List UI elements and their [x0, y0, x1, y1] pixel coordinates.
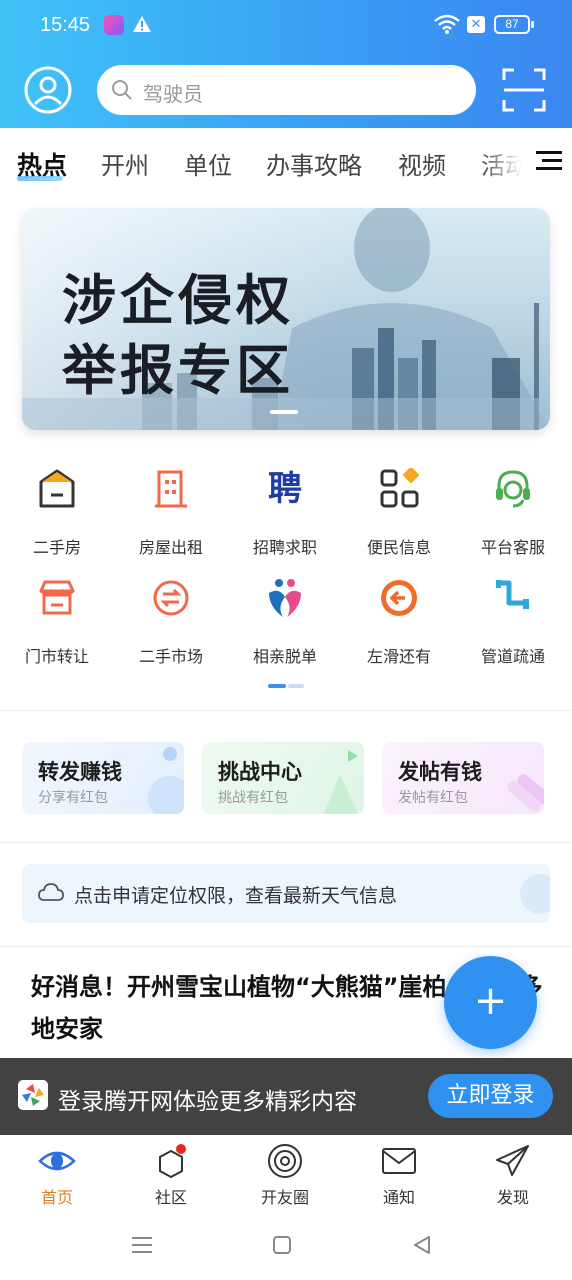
status-time: 15:45 — [40, 14, 91, 36]
header: 15:45 ✕ 87 驾驶员 — [0, 0, 572, 128]
banner-title-line2: 举报专区 — [62, 339, 294, 402]
menu-icon[interactable] — [536, 150, 562, 172]
category-tabs: 热点 开州 单位 办事攻略 视频 活动 — [0, 130, 572, 192]
shop-icon — [39, 580, 75, 615]
pipe-icon — [496, 580, 529, 609]
status-bar: 15:45 ✕ 87 — [0, 0, 572, 52]
app-notification-icon — [104, 15, 124, 35]
divider — [0, 710, 572, 711]
tab-unit[interactable]: 单位 — [184, 146, 232, 181]
grid-item-label: 管道疏通 — [480, 647, 545, 666]
divider — [0, 842, 572, 843]
community-icon — [159, 1144, 186, 1179]
grid-item-second-hand-market[interactable]: 二手市场 — [114, 565, 228, 666]
card-challenge-center[interactable]: 挑战中心 挑战有红包 — [202, 742, 364, 814]
battery-icon: 87 — [494, 15, 534, 34]
weather-prompt-text: 点击申请定位权限，查看最新天气信息 — [74, 885, 398, 907]
card-title: 转发赚钱 — [38, 760, 122, 784]
headset-icon — [496, 470, 530, 508]
weather-permission-prompt[interactable]: 点击申请定位权限，查看最新天气信息 — [22, 864, 550, 923]
grid-item-second-hand-house[interactable]: 二手房 — [0, 456, 114, 557]
circle-icon — [268, 1144, 302, 1178]
active-tab-indicator — [17, 176, 63, 181]
wifi-icon — [434, 14, 460, 34]
nav-notifications[interactable]: 通知 — [342, 1135, 456, 1215]
search-placeholder: 驾驶员 — [143, 82, 203, 106]
back-button-icon[interactable] — [412, 1235, 432, 1255]
card-title: 挑战中心 — [218, 760, 302, 784]
user-avatar-icon[interactable] — [24, 66, 72, 114]
grid-item-label: 相亲脱单 — [252, 647, 317, 666]
grid-item-label: 门市转让 — [24, 647, 89, 666]
card-subtitle: 分享有红包 — [38, 790, 108, 806]
house-icon — [39, 469, 75, 508]
grid-item-label: 便民信息 — [366, 538, 431, 557]
grid-item-pipe-dredge[interactable]: 管道疏通 — [456, 565, 570, 666]
search-bar[interactable]: 驾驶员 — [97, 65, 476, 115]
dating-icon — [269, 579, 301, 617]
login-prompt-bar: 登录腾开网体验更多精彩内容 立即登录 — [0, 1058, 572, 1135]
recent-apps-icon[interactable] — [131, 1235, 153, 1255]
tab-fade — [480, 130, 540, 192]
arrow-left-icon — [381, 580, 417, 616]
banner-title-line1: 涉企侵权 — [62, 269, 294, 332]
nav-friends-circle[interactable]: 开友圈 — [228, 1135, 342, 1215]
plus-icon: + — [473, 978, 508, 1024]
nav-label: 社区 — [154, 1188, 187, 1207]
grid-item-customer-service[interactable]: 平台客服 — [456, 456, 570, 557]
grid-page-indicator — [268, 684, 304, 688]
mail-icon — [382, 1148, 416, 1174]
card-title: 发帖有钱 — [398, 760, 482, 784]
apps-icon — [380, 468, 419, 508]
building-icon — [155, 470, 187, 508]
nav-home[interactable]: 首页 — [0, 1135, 114, 1215]
system-nav-bar — [0, 1215, 572, 1280]
grid-item-label: 房屋出租 — [138, 538, 203, 557]
promo-banner[interactable]: 涉企侵权 举报专区 — [22, 208, 550, 430]
card-share-earn[interactable]: 转发赚钱 分享有红包 — [22, 742, 184, 814]
login-button[interactable]: 立即登录 — [428, 1074, 553, 1118]
grid-item-recruit[interactable]: 聘 招聘求职 — [228, 456, 342, 557]
nav-discover[interactable]: 发现 — [456, 1135, 570, 1215]
grid-item-label: 左滑还有 — [366, 647, 431, 666]
card-subtitle: 挑战有红包 — [218, 790, 288, 806]
nav-community[interactable]: 社区 — [114, 1135, 228, 1215]
eye-icon — [38, 1151, 76, 1171]
app-logo-icon — [18, 1080, 48, 1110]
banner-indicator — [270, 410, 298, 414]
nav-label: 首页 — [40, 1188, 73, 1207]
bottom-nav: 首页 社区 开友圈 通知 发现 — [0, 1135, 572, 1215]
exchange-icon — [153, 580, 189, 616]
scan-icon[interactable] — [502, 68, 546, 112]
grid-item-label: 平台客服 — [480, 538, 545, 557]
nav-label: 通知 — [382, 1188, 415, 1207]
grid-item-dating[interactable]: 相亲脱单 — [228, 565, 342, 666]
tab-kaizhou[interactable]: 开州 — [101, 146, 149, 181]
tab-video[interactable]: 视频 — [398, 146, 446, 181]
tab-guide[interactable]: 办事攻略 — [266, 146, 362, 181]
card-subtitle: 发帖有红包 — [398, 790, 468, 806]
search-icon — [112, 80, 132, 100]
home-button-icon[interactable] — [272, 1235, 292, 1255]
divider — [0, 946, 572, 947]
recruit-icon: 聘 — [268, 469, 302, 509]
no-sim-icon: ✕ — [467, 16, 485, 33]
add-post-button[interactable]: + — [444, 956, 537, 1049]
grid-item-label: 二手市场 — [138, 647, 203, 666]
grid-item-swipe-more[interactable]: 左滑还有 — [342, 565, 456, 666]
grid-item-shop-transfer[interactable]: 门市转让 — [0, 565, 114, 666]
grid-item-house-rent[interactable]: 房屋出租 — [114, 456, 228, 557]
nav-label: 开友圈 — [260, 1188, 309, 1207]
grid-item-label: 招聘求职 — [252, 538, 317, 557]
card-post-earn[interactable]: 发帖有钱 发帖有红包 — [382, 742, 544, 814]
paper-plane-icon — [496, 1145, 529, 1176]
nav-label: 发现 — [496, 1188, 529, 1207]
login-prompt-text: 登录腾开网体验更多精彩内容 — [58, 1089, 357, 1115]
grid-item-convenience-info[interactable]: 便民信息 — [342, 456, 456, 557]
grid-item-label: 二手房 — [32, 538, 81, 557]
cloud-icon — [38, 883, 64, 901]
warning-icon — [133, 16, 151, 32]
